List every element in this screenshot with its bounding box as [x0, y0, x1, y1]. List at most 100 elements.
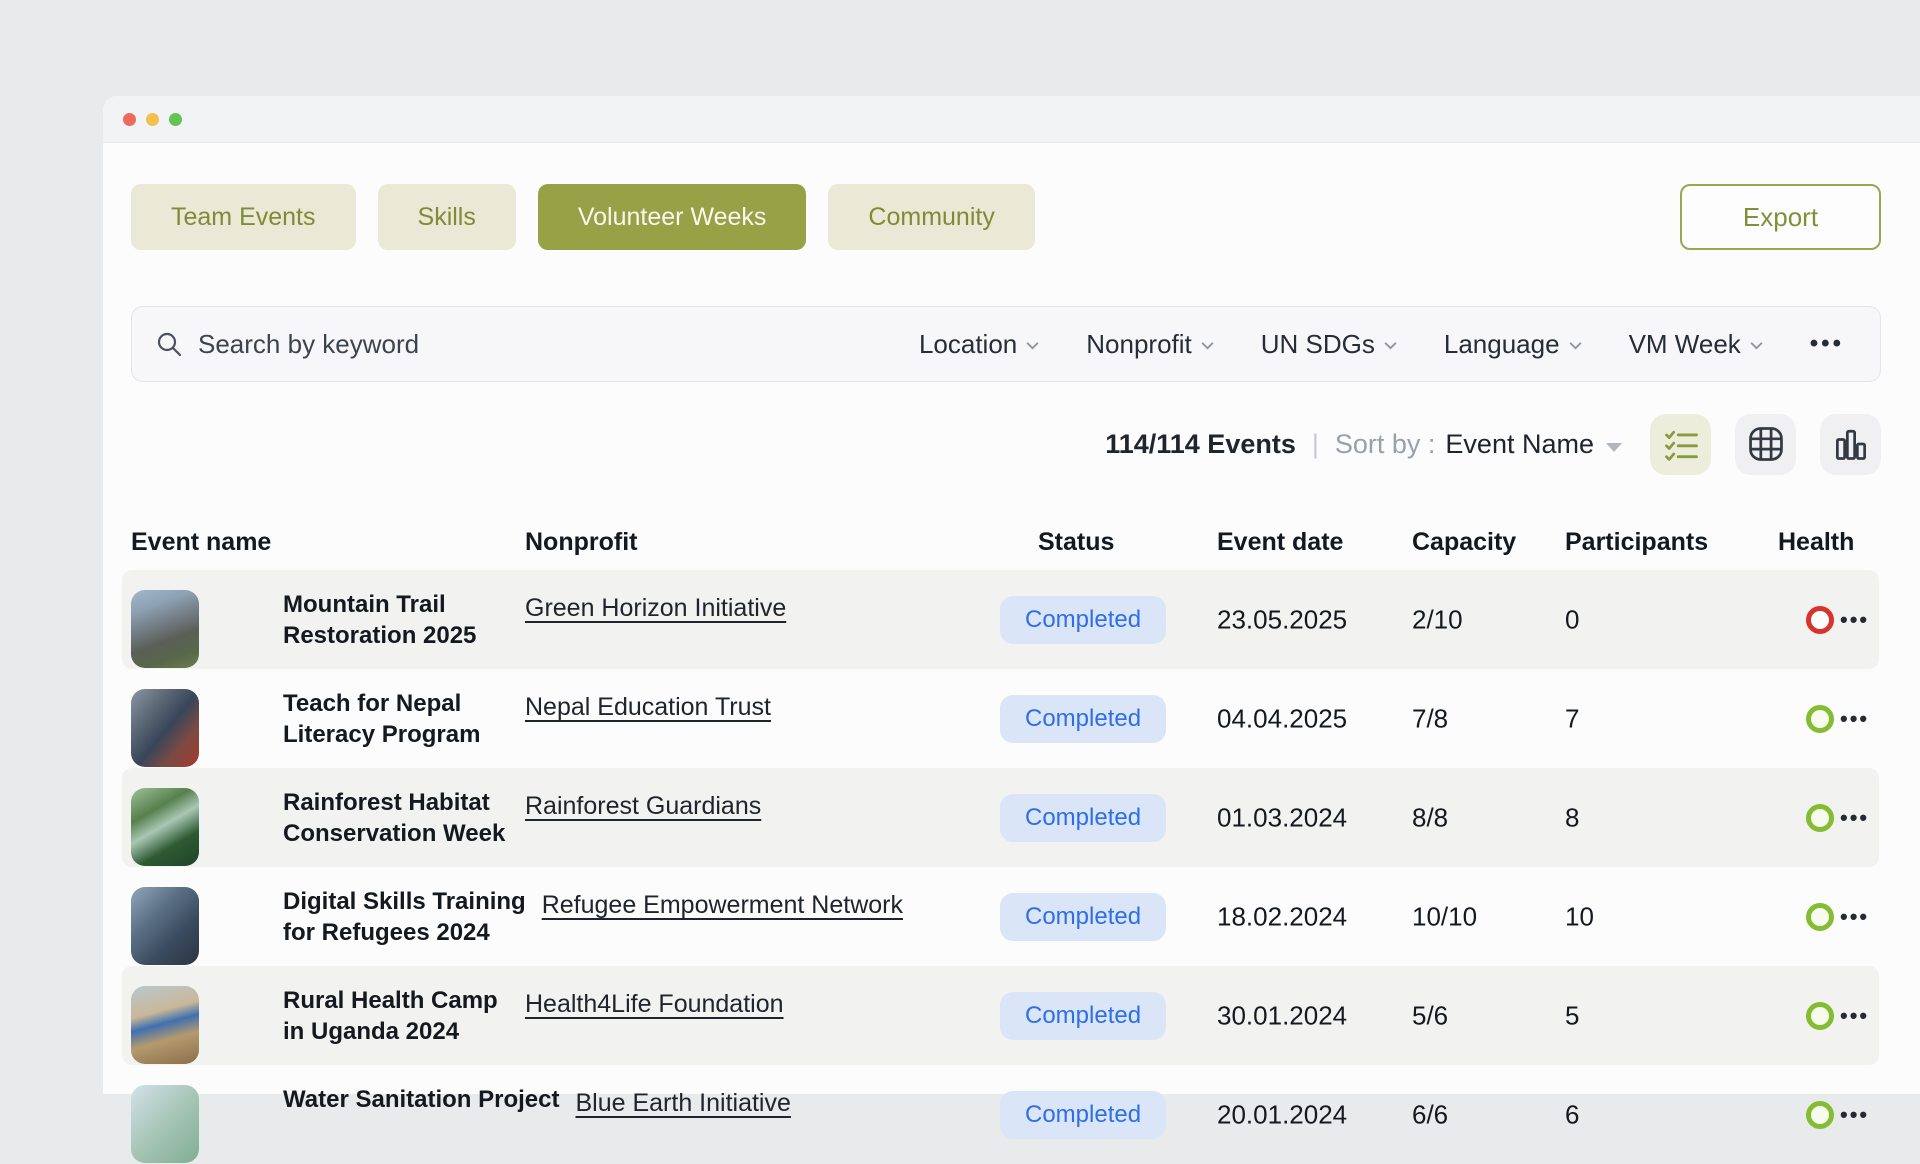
participants: 6 [1565, 1099, 1579, 1130]
chart-view-button[interactable] [1820, 414, 1881, 475]
sort-by-label: Sort by : [1335, 429, 1436, 460]
search-bar: Location Nonprofit UN SDGs Language VM W… [131, 306, 1881, 382]
events-table: Mountain Trail Restoration 2025 Green Ho… [122, 570, 1879, 1164]
event-name-line1: Teach for Nepal [283, 688, 509, 719]
status-badge: Completed [1000, 596, 1166, 644]
header-nonprofit: Nonprofit [525, 528, 637, 557]
toolbar-divider: | [1312, 429, 1319, 460]
export-button[interactable]: Export [1680, 184, 1881, 250]
event-name: Teach for Nepal Literacy Program [283, 688, 509, 750]
event-name-line1: Digital Skills Training [283, 886, 526, 917]
table-row[interactable]: Rural Health Camp in Uganda 2024 Health4… [122, 966, 1879, 1065]
filter-vm-week-label: VM Week [1629, 329, 1741, 360]
nonprofit-link[interactable]: Rainforest Guardians [525, 791, 761, 822]
event-name-line1: Rural Health Camp [283, 985, 509, 1016]
event-date: 20.01.2024 [1217, 1099, 1347, 1130]
capacity: 8/8 [1412, 802, 1448, 833]
event-date: 30.01.2024 [1217, 1000, 1347, 1031]
nonprofit-link[interactable]: Green Horizon Initiative [525, 593, 786, 624]
capacity: 10/10 [1412, 901, 1477, 932]
filter-un-sdgs-label: UN SDGs [1261, 329, 1375, 360]
table-row[interactable]: Rainforest Habitat Conservation Week Rai… [122, 768, 1879, 867]
row-menu-button[interactable]: ••• [1840, 904, 1869, 930]
tab-team-events[interactable]: Team Events [131, 184, 356, 250]
close-window-icon[interactable] [123, 113, 136, 126]
row-menu-button[interactable]: ••• [1840, 1003, 1869, 1029]
results-toolbar: 114/114 Events | Sort by : Event Name [131, 413, 1881, 475]
sort-caret-icon[interactable] [1606, 443, 1622, 452]
filter-un-sdgs[interactable]: UN SDGs [1261, 329, 1398, 360]
search-input[interactable] [198, 329, 718, 360]
row-menu-button[interactable]: ••• [1840, 805, 1869, 831]
nonprofit-link[interactable]: Blue Earth Initiative [576, 1088, 791, 1119]
event-name-line2: Conservation Week [283, 818, 509, 849]
event-name: Mountain Trail Restoration 2025 [283, 589, 509, 651]
row-menu-button[interactable]: ••• [1840, 706, 1869, 732]
filter-group: Location Nonprofit UN SDGs Language VM W… [919, 329, 1844, 360]
chevron-down-icon [1025, 338, 1040, 353]
grid-view-button[interactable] [1735, 414, 1796, 475]
health-indicator [1806, 705, 1834, 733]
table-row[interactable]: Digital Skills Training for Refugees 202… [122, 867, 1879, 966]
capacity: 5/6 [1412, 1000, 1448, 1031]
app-window: Team Events Skills Volunteer Weeks Commu… [103, 96, 1920, 1094]
header-capacity: Capacity [1412, 528, 1516, 557]
participants: 5 [1565, 1000, 1579, 1031]
maximize-window-icon[interactable] [169, 113, 182, 126]
table-row[interactable]: Mountain Trail Restoration 2025 Green Ho… [122, 570, 1879, 669]
main-content: Team Events Skills Volunteer Weeks Commu… [103, 143, 1920, 1164]
filter-language-label: Language [1444, 329, 1560, 360]
row-menu-button[interactable]: ••• [1840, 1102, 1869, 1128]
view-toggles [1650, 414, 1881, 475]
header-health: Health [1778, 528, 1854, 557]
tab-community[interactable]: Community [828, 184, 1034, 250]
filter-vm-week[interactable]: VM Week [1629, 329, 1764, 360]
sort-by-value[interactable]: Event Name [1445, 429, 1594, 460]
health-indicator [1806, 804, 1834, 832]
event-name: Digital Skills Training for Refugees 202… [283, 886, 526, 948]
row-menu-button[interactable]: ••• [1840, 607, 1869, 633]
minimize-window-icon[interactable] [146, 113, 159, 126]
tabs-row: Team Events Skills Volunteer Weeks Commu… [131, 184, 1881, 250]
health-indicator [1806, 1101, 1834, 1129]
event-date: 23.05.2025 [1217, 604, 1347, 635]
event-date: 01.03.2024 [1217, 802, 1347, 833]
status-badge: Completed [1000, 893, 1166, 941]
event-thumbnail [131, 986, 199, 1064]
event-name-line2: Literacy Program [283, 719, 509, 750]
more-filters-icon[interactable]: ••• [1810, 330, 1844, 358]
tab-skills[interactable]: Skills [378, 184, 516, 250]
event-thumbnail [131, 590, 199, 668]
filter-language[interactable]: Language [1444, 329, 1583, 360]
tab-volunteer-weeks[interactable]: Volunteer Weeks [538, 184, 807, 250]
event-thumbnail [131, 1085, 199, 1163]
bar-chart-view-icon [1831, 424, 1871, 464]
event-name-line1: Mountain Trail [283, 589, 509, 620]
nonprofit-link[interactable]: Refugee Empowerment Network [542, 890, 903, 921]
participants: 10 [1565, 901, 1594, 932]
chevron-down-icon [1568, 338, 1583, 353]
status-badge: Completed [1000, 695, 1166, 743]
table-row[interactable]: Teach for Nepal Literacy Program Nepal E… [122, 669, 1879, 768]
participants: 0 [1565, 604, 1579, 635]
search-icon [156, 331, 182, 357]
event-name-line2 [283, 1115, 560, 1146]
status-badge: Completed [1000, 794, 1166, 842]
list-view-button[interactable] [1650, 414, 1711, 475]
event-date: 18.02.2024 [1217, 901, 1347, 932]
header-event-date: Event date [1217, 528, 1343, 557]
event-name-line2: Restoration 2025 [283, 620, 509, 651]
nonprofit-link[interactable]: Nepal Education Trust [525, 692, 771, 723]
table-row[interactable]: Water Sanitation Project Blue Earth Init… [122, 1065, 1879, 1164]
event-date: 04.04.2025 [1217, 703, 1347, 734]
filter-location-label: Location [919, 329, 1017, 360]
health-indicator [1806, 606, 1834, 634]
capacity: 7/8 [1412, 703, 1448, 734]
filter-location[interactable]: Location [919, 329, 1040, 360]
nonprofit-link[interactable]: Health4Life Foundation [525, 989, 784, 1020]
filter-nonprofit[interactable]: Nonprofit [1086, 329, 1215, 360]
status-badge: Completed [1000, 992, 1166, 1040]
capacity: 2/10 [1412, 604, 1463, 635]
table-header: Event name Nonprofit Status Event date C… [131, 520, 1881, 565]
health-indicator [1806, 903, 1834, 931]
